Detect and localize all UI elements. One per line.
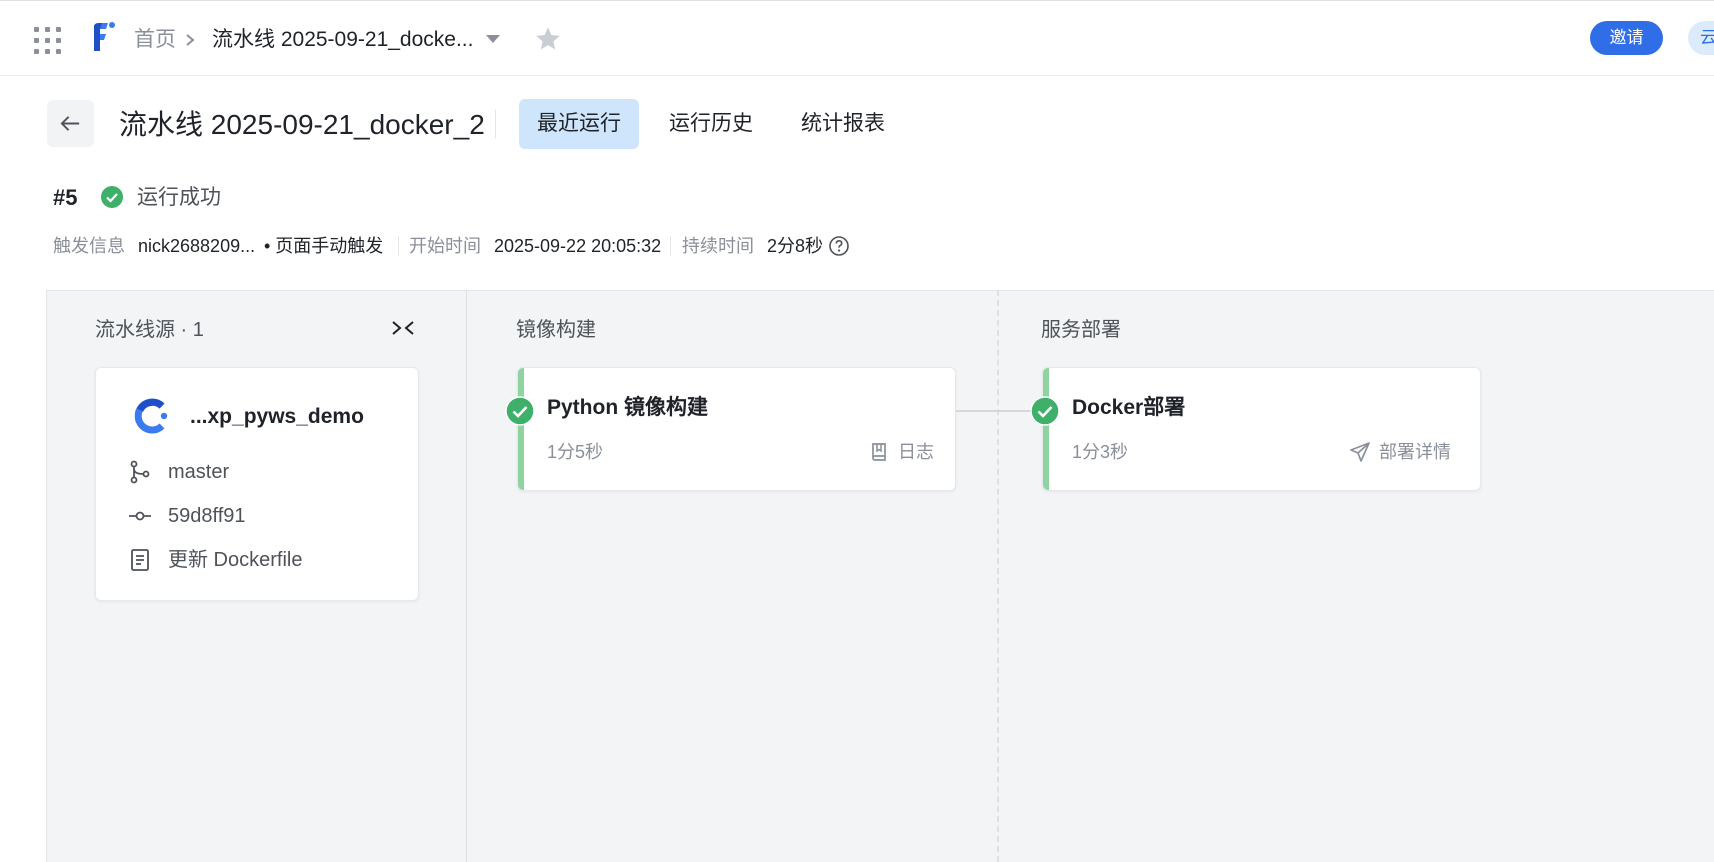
check-circle-icon [505,396,535,426]
run-status: 运行成功 [137,186,221,209]
document-icon [131,549,149,571]
job-status-bar [518,368,524,490]
repo-name[interactable]: ...xp_pyws_demo [190,402,364,432]
breadcrumb-home[interactable]: 首页 [134,25,176,55]
collapse-icon[interactable] [390,315,416,341]
back-arrow-icon [60,116,80,131]
deploy-stage-title: 服务部署 [1041,319,1121,341]
job-status-bar [1043,368,1049,490]
column-divider [466,290,467,862]
chevron-right-icon [186,34,195,46]
duration-value: 2分8秒 [767,236,824,256]
branch-icon [130,460,150,484]
check-circle-icon [1030,396,1060,426]
meta-divider [398,236,399,256]
title-divider [495,109,496,139]
duration-label: 持续时间 [682,236,754,256]
book-icon[interactable] [868,441,890,463]
help-circle-icon[interactable] [828,235,850,257]
branch-name: master [168,461,230,483]
repo-logo-icon [134,398,168,434]
check-circle-icon [101,186,123,208]
start-time-value: 2025-09-22 20:05:32 [494,236,662,256]
log-link[interactable]: 日志 [898,439,934,465]
trigger-label: 触发信息 [53,236,125,256]
stage-divider [997,290,999,862]
trigger-user[interactable]: nick2688209... [138,232,255,260]
deploy-details-link[interactable]: 部署详情 [1379,439,1451,465]
invite-button[interactable]: 邀请 [1590,21,1663,55]
tab-statistics[interactable]: 统计报表 [783,99,903,149]
star-icon[interactable] [534,25,562,53]
source-stage-title: 流水线源 · 1 [95,319,204,341]
meta-divider [670,236,671,256]
caret-down-icon[interactable] [485,33,501,45]
logo-icon[interactable] [90,21,116,53]
start-time-label: 开始时间 [409,236,481,256]
back-button[interactable] [47,100,94,147]
job-name: Docker部署 [1072,396,1186,419]
job-card-deploy[interactable]: Docker部署 1分3秒 部署详情 [1042,367,1481,491]
tab-run-history[interactable]: 运行历史 [651,99,771,149]
build-stage-title: 镜像构建 [516,319,596,341]
commit-message: 更新 Dockerfile [168,549,303,571]
commit-hash[interactable]: 59d8ff91 [168,502,246,530]
source-card[interactable]: ...xp_pyws_demo master 59d8ff91 更新 Docke… [95,367,419,601]
job-duration: 1分5秒 [547,442,604,462]
tab-recent-runs[interactable]: 最近运行 [519,99,639,149]
job-name: Python 镜像构建 [547,396,708,419]
job-connector [956,410,1034,412]
send-icon[interactable] [1349,441,1371,463]
job-duration: 1分3秒 [1072,442,1129,462]
job-card-build[interactable]: Python 镜像构建 1分5秒 日志 [517,367,956,491]
cloud-button[interactable]: 云 [1688,21,1714,55]
breadcrumb-current: 流水线 2025-09-21_docke... [212,28,474,51]
commit-icon [129,511,151,521]
trigger-type: • 页面手动触发 [264,236,384,256]
top-bar: 首页 流水线 2025-09-21_docke... 邀请 云 [0,0,1714,76]
apps-grid-icon[interactable] [33,26,61,54]
run-number: #5 [53,185,78,210]
page-title: 流水线 2025-09-21_docker_2 [119,109,485,140]
